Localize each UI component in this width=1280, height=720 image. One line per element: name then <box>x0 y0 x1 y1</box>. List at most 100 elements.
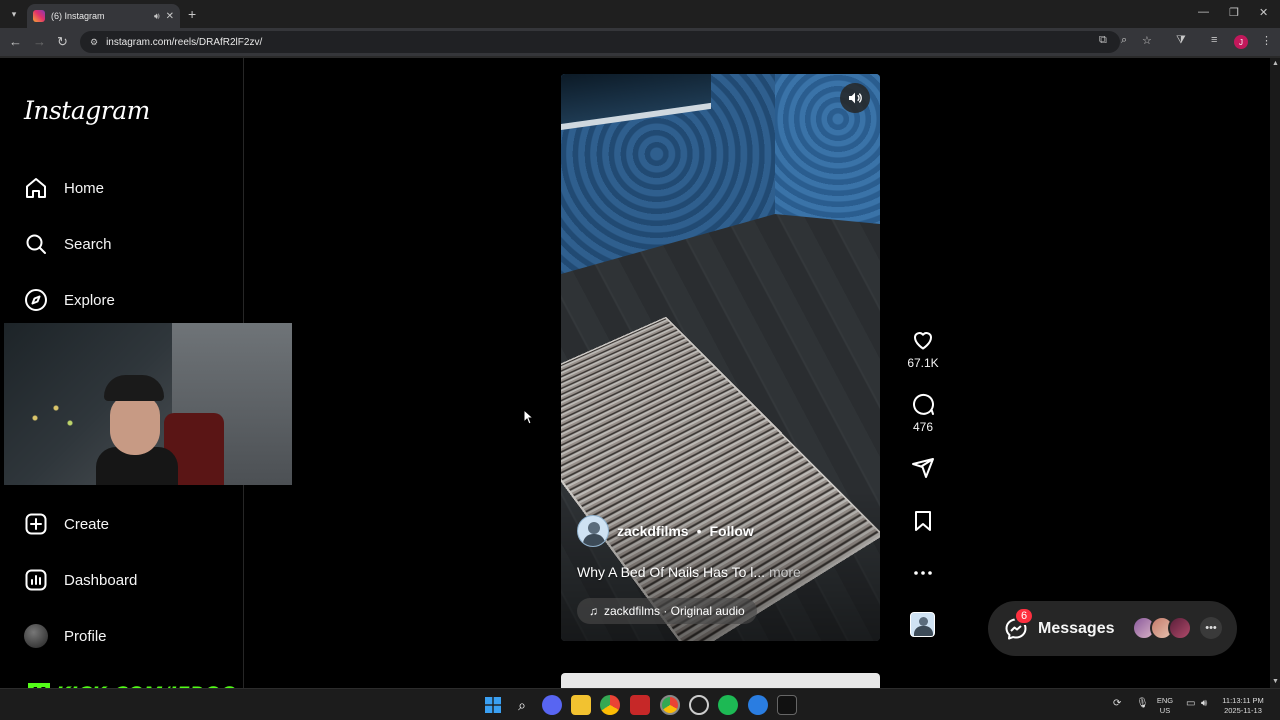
compass-icon <box>24 288 48 312</box>
music-note-icon: ♫ <box>589 604 598 618</box>
browser-menu-icon[interactable]: ⋮ <box>1261 34 1272 47</box>
send-icon[interactable] <box>911 456 935 480</box>
messages-more-icon[interactable]: ••• <box>1200 617 1222 639</box>
home-icon <box>24 176 48 200</box>
reel-author-avatar[interactable] <box>577 515 609 547</box>
windows-start-icon[interactable] <box>483 695 503 715</box>
clock-date: 2025-11-13 <box>1224 706 1262 715</box>
messenger-icon: 6 <box>1004 606 1035 641</box>
language-indicator[interactable]: ENG US <box>1152 696 1178 716</box>
restore-icon[interactable]: ❐ <box>1229 6 1239 19</box>
reel-caption[interactable]: Why A Bed Of Nails Has To l... more <box>577 564 801 580</box>
browser-profile-avatar[interactable]: J <box>1234 35 1248 49</box>
heart-icon[interactable] <box>911 328 935 352</box>
instagram-logo[interactable]: Instagram <box>24 96 150 125</box>
scroll-up-arrow-icon[interactable]: ▲ <box>1272 60 1279 67</box>
new-tab-plus-icon[interactable]: + <box>188 6 196 22</box>
minimize-icon[interactable]: — <box>1198 6 1209 18</box>
comment-action[interactable]: 476 <box>904 392 942 434</box>
share-action[interactable] <box>904 456 942 480</box>
like-count: 67.1K <box>907 356 939 370</box>
site-info-icon[interactable]: ⚙ <box>90 37 98 48</box>
taskbar-search-icon[interactable]: ⌕ <box>512 695 532 715</box>
zoom-icon[interactable]: ⌕ <box>1121 34 1127 47</box>
page-scrollbar[interactable] <box>1270 58 1280 688</box>
volume-icon[interactable]: 🔊︎ <box>1201 698 1207 709</box>
reel-video[interactable]: zackdfilms • Follow Why A Bed Of Nails H… <box>561 74 880 641</box>
browser-tab-bar: ▾ (6) Instagram 🔊︎ ✕ + — ❐ ✕ <box>0 0 1280 28</box>
scroll-down-arrow-icon[interactable]: ▼ <box>1272 678 1279 685</box>
streamer-webcam-overlay <box>4 323 292 485</box>
sidebar-item-profile[interactable]: Profile <box>24 620 107 652</box>
sidebar-item-create[interactable]: Create <box>24 508 109 540</box>
sidebar-item-dashboard[interactable]: Dashboard <box>24 564 137 596</box>
sidebar-item-search[interactable]: Search <box>24 228 112 260</box>
forward-arrow-icon[interactable]: → <box>33 34 46 49</box>
chrome-active-icon[interactable] <box>660 695 680 715</box>
avatar <box>24 624 48 648</box>
extensions-icon[interactable]: ⧩ <box>1176 34 1186 47</box>
messages-button[interactable]: 6 Messages ••• <box>988 601 1237 656</box>
sidebar-item-label: Home <box>64 179 105 197</box>
reel-username[interactable]: zackdfilms <box>617 523 689 539</box>
steam-icon[interactable] <box>748 695 768 715</box>
discord-icon[interactable] <box>542 695 562 715</box>
sync-icon[interactable]: ⟳ <box>1113 698 1121 709</box>
comment-count: 476 <box>912 420 934 434</box>
messages-avatar-stack <box>1132 616 1192 640</box>
back-arrow-icon[interactable]: ← <box>9 34 22 49</box>
clock[interactable]: 11:13:11 PM 2025-11-13 <box>1218 696 1268 716</box>
speaker-icon <box>849 92 862 104</box>
windows-taskbar: ⌕ ⟳ 🎙︎ ENG US ▭ 🔊︎ 11:13:11 PM 2025-11-1… <box>0 688 1280 720</box>
ellipsis-icon[interactable] <box>911 561 935 585</box>
sidebar-item-label: Explore <box>64 291 115 309</box>
instagram-favicon-icon <box>33 10 45 22</box>
sidebar-item-label: Dashboard <box>64 571 138 589</box>
game-launcher-icon[interactable] <box>777 695 797 715</box>
bookmark-star-icon[interactable]: ☆ <box>1142 34 1152 47</box>
reel-audio-pill[interactable]: ♫ zackdfilms · Original audio <box>577 598 757 624</box>
browser-tab-instagram[interactable]: (6) Instagram 🔊︎ ✕ <box>27 4 180 28</box>
search-icon <box>24 232 48 256</box>
reel-sound-button[interactable] <box>840 83 870 113</box>
webcam-background-lights <box>14 393 84 443</box>
avatar <box>1168 616 1192 640</box>
follow-button[interactable]: Follow <box>710 523 754 539</box>
url-text[interactable]: instagram.com/reels/DRAfR2lF2zv/ <box>106 37 262 48</box>
media-control-icon[interactable]: ≡ <box>1211 34 1217 46</box>
reel-audio-avatar[interactable] <box>910 612 935 637</box>
microphone-icon[interactable]: 🎙︎ <box>1136 698 1149 709</box>
spotify-icon[interactable] <box>718 695 738 715</box>
reel-audio-label: zackdfilms · Original audio <box>604 604 745 618</box>
obs-icon[interactable] <box>689 695 709 715</box>
window-close-icon[interactable]: ✕ <box>1259 6 1268 19</box>
comment-icon[interactable] <box>911 392 935 416</box>
tab-audio-icon[interactable]: 🔊︎ <box>154 11 160 22</box>
save-action[interactable] <box>904 509 942 533</box>
clock-time: 11:13:11 PM <box>1222 696 1264 705</box>
plus-square-icon <box>24 512 48 536</box>
chart-icon <box>24 568 48 592</box>
tab-search-chevron-icon[interactable]: ▾ <box>5 6 23 22</box>
webcam-person <box>96 375 178 485</box>
network-icon[interactable]: ▭ <box>1186 698 1195 709</box>
tab-title: (6) Instagram <box>51 11 105 21</box>
caption-more-link[interactable]: more <box>769 564 801 580</box>
more-options-action[interactable] <box>904 561 942 585</box>
address-bar[interactable]: ⚙ instagram.com/reels/DRAfR2lF2zv/ <box>80 31 1120 53</box>
app-icon[interactable] <box>630 695 650 715</box>
sidebar-item-explore[interactable]: Explore <box>24 284 115 316</box>
reload-icon[interactable]: ↻ <box>57 34 68 50</box>
tab-close-icon[interactable]: ✕ <box>166 11 174 22</box>
language-code: ENG <box>1156 696 1174 705</box>
reel-caption-text: Why A Bed Of Nails Has To l... <box>577 564 766 580</box>
sidebar-item-home[interactable]: Home <box>24 172 104 204</box>
install-app-icon[interactable]: ⧉ <box>1099 34 1107 47</box>
file-explorer-icon[interactable] <box>571 695 591 715</box>
bookmark-icon[interactable] <box>911 509 935 533</box>
chrome-icon[interactable] <box>600 695 620 715</box>
like-action[interactable]: 67.1K <box>904 328 942 370</box>
messages-unread-badge: 6 <box>1014 606 1035 625</box>
sidebar-item-label: Create <box>64 515 110 533</box>
reel-author: zackdfilms • Follow <box>577 515 754 547</box>
